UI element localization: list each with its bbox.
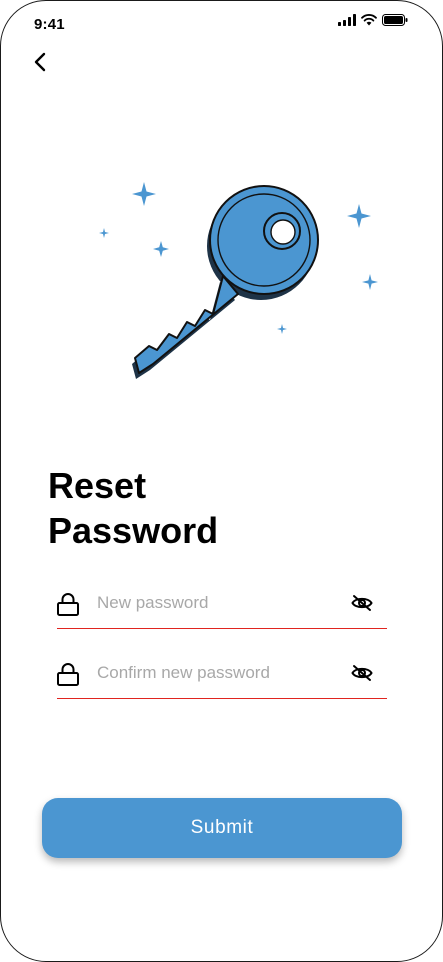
sparkle-icon — [153, 241, 169, 257]
new-password-input[interactable] — [97, 590, 337, 616]
lock-icon — [57, 663, 79, 686]
phone-frame: 9:41 Reset Password Submit — [0, 0, 443, 962]
status-icons — [338, 14, 408, 26]
page-title-line-1: Reset — [48, 465, 147, 506]
sparkle-icon — [99, 228, 109, 238]
sparkle-icon — [132, 182, 156, 206]
confirm-password-input[interactable] — [97, 660, 337, 686]
sparkle-icon — [362, 274, 378, 290]
sparkle-icon — [347, 204, 371, 228]
signal-icon — [338, 14, 356, 26]
chevron-left-icon — [34, 52, 46, 72]
battery-icon — [382, 14, 408, 26]
back-button[interactable] — [25, 47, 55, 77]
status-time: 9:41 — [34, 16, 65, 33]
sparkle-icon — [277, 324, 287, 334]
key-illustration — [99, 182, 378, 379]
wifi-icon — [361, 14, 377, 26]
eye-off-icon[interactable] — [351, 594, 373, 612]
status-bar: 9:41 — [1, 1, 442, 49]
new-password-field — [57, 584, 387, 629]
lock-icon — [57, 593, 79, 616]
page-title: Reset Password — [48, 463, 218, 553]
eye-off-icon[interactable] — [351, 664, 373, 682]
page-title-line-2: Password — [48, 510, 219, 551]
submit-button[interactable]: Submit — [42, 798, 402, 858]
confirm-password-field — [57, 654, 387, 699]
